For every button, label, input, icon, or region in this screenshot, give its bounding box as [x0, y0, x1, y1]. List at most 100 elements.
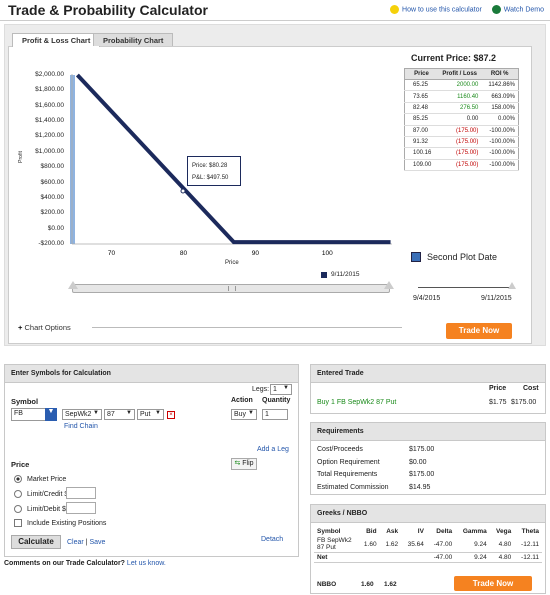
column-header: Theta	[521, 528, 539, 535]
date-slider-track[interactable]	[418, 287, 511, 288]
table-cell: 65.25	[404, 79, 438, 92]
action-select[interactable]: Buy ▼	[231, 409, 257, 420]
chart-legend: 9/11/2015	[321, 271, 359, 278]
table-cell: 1160.40	[438, 90, 482, 103]
expiry-select[interactable]: SepWk2 ▼	[62, 409, 102, 420]
greeks-header: Greeks / NBBO	[311, 505, 545, 523]
trade-cost: $175.00	[511, 399, 537, 406]
x-axis-label: Price	[225, 260, 239, 266]
requirement-value: $175.00	[409, 471, 435, 478]
table-cell: FB SepWk2 87 Put	[317, 537, 352, 551]
flip-button[interactable]: ⇆ Flip	[231, 458, 257, 470]
detach-link[interactable]: Detach	[261, 536, 283, 543]
requirement-label: Total Requirements	[317, 471, 378, 478]
nbbo-label: NBBO	[317, 581, 337, 588]
table-cell: -47.00	[433, 540, 453, 548]
table-cell: 73.65	[404, 90, 438, 103]
clear-link[interactable]: Clear	[67, 539, 84, 546]
slider-handle-left[interactable]	[68, 281, 78, 289]
table-cell	[358, 553, 380, 563]
table-row: 87.00 (175.00) -100.00%	[404, 125, 519, 137]
column-header: Ask	[386, 528, 399, 535]
chevron-down-icon: ▼	[155, 410, 161, 416]
date-slider-handle[interactable]	[508, 282, 516, 289]
table-row: 65.25 2000.00 1142.86%	[404, 79, 519, 92]
slider-handle-right[interactable]	[384, 281, 394, 289]
add-leg-link[interactable]: Add a Leg	[257, 446, 289, 453]
save-link[interactable]: Save	[89, 539, 105, 546]
price-col-label: Price	[489, 385, 507, 392]
entered-trade-header: Entered Trade	[311, 365, 545, 383]
trade-now-button-2[interactable]: Trade Now	[454, 576, 532, 591]
symbols-header: Enter Symbols for Calculation	[5, 365, 298, 383]
chart-options-label: Chart Options	[24, 323, 71, 332]
requirements-panel: Requirements Cost/Proceeds $175.00 Option …	[310, 422, 546, 495]
find-chain-link[interactable]: Find Chain	[64, 423, 98, 430]
price-label: Price	[11, 460, 30, 469]
symbol-lookup-button[interactable]: ▼	[45, 408, 57, 421]
table-cell: 1.60	[363, 540, 377, 548]
table-row: 73.65 1160.40 663.09%	[404, 90, 519, 103]
table-cell: 100.16	[404, 147, 438, 160]
market-price-radio[interactable]: Market Price	[14, 475, 66, 483]
table-cell: -12.11	[521, 540, 539, 548]
chevron-down-icon: ▼	[126, 410, 132, 416]
table-cell: 4.80	[498, 540, 512, 548]
table-cell: 663.09%	[481, 90, 519, 103]
requirement-row: Option Requirement $0.00	[317, 457, 539, 470]
table-cell: 85.25	[404, 113, 438, 126]
table-cell: -100.00%	[481, 136, 519, 149]
column-header: Gamma	[462, 528, 487, 535]
quantity-input[interactable]: 1	[262, 409, 288, 420]
requirement-row: Cost/Proceeds $175.00	[317, 444, 539, 457]
table-cell: 9.24	[474, 540, 487, 548]
trade-now-button[interactable]: Trade Now	[446, 323, 512, 339]
column-header: Price	[404, 68, 438, 80]
table-cell: -12.11	[521, 554, 539, 561]
strike-select[interactable]: 87 ▼	[104, 409, 135, 420]
chevron-down-icon: ▼	[283, 385, 289, 391]
let-us-know-link[interactable]: Let us know.	[127, 560, 166, 567]
limit-credit-input[interactable]	[66, 487, 96, 499]
legend-swatch	[321, 271, 327, 278]
table-cell	[401, 553, 427, 563]
x-axis-ticks: 70 80 90 100	[108, 250, 333, 257]
clear-save-links: Clear | Save	[67, 539, 106, 546]
include-existing-checkbox[interactable]: Include Existing Positions	[14, 519, 106, 527]
action-label: Action	[231, 397, 253, 404]
requirements-list: Cost/Proceeds $175.00 Option Requirement $0…	[311, 441, 545, 497]
table-cell	[380, 553, 402, 563]
column-header: Profit / Loss	[438, 68, 482, 80]
table-row: 109.00 (175.00) -100.00%	[404, 159, 519, 172]
table-cell: (175.00)	[438, 159, 482, 172]
trade-price: $1.75	[489, 399, 507, 406]
legs-label: Legs:	[252, 386, 270, 393]
table-row: 85.25 0.00 0.00%	[404, 113, 519, 126]
price-table: Price Profit / Loss ROI % 65.25 2000.00 1142…	[404, 68, 519, 172]
calculate-button[interactable]: Calculate	[11, 535, 61, 549]
table-cell: 4.80	[498, 554, 512, 561]
nbbo-bid: 1.60	[361, 581, 374, 588]
chart-tooltip: Price: $80.28 P&L: $497.50	[187, 156, 241, 186]
limit-debit-input[interactable]	[66, 502, 96, 514]
column-header: Vega	[496, 528, 512, 535]
requirement-row: Total Requirements $175.00	[317, 469, 539, 482]
remove-leg-icon[interactable]: ×	[167, 411, 175, 419]
type-select[interactable]: Put ▼	[137, 409, 164, 420]
calendar-icon[interactable]	[411, 252, 421, 262]
chart-options-toggle[interactable]: + Chart Options	[18, 323, 71, 332]
table-cell: 2000.00	[438, 79, 482, 92]
second-plot-date[interactable]: Second Plot Date	[411, 252, 497, 262]
cost-col-label: Cost	[523, 385, 539, 392]
tooltip-pl: P&L: $497.50	[192, 175, 229, 181]
limit-credit-radio[interactable]: Limit/Credit $	[14, 490, 68, 498]
table-row: Net -47.00 9.24 4.80 -12.11	[314, 553, 542, 563]
legs-select[interactable]: 1 ▼	[270, 384, 292, 395]
requirement-row: Estimated Commission $14.95	[317, 482, 539, 495]
zoom-slider[interactable]	[72, 284, 390, 293]
table-cell: 35.64	[407, 540, 424, 548]
nbbo-ask: 1.62	[384, 581, 397, 588]
comments: Comments on our Trade Calculator? Let us…	[4, 560, 166, 567]
requirement-label: Option Requirement	[317, 458, 380, 466]
limit-debit-radio[interactable]: Limit/Debit $	[14, 505, 66, 513]
